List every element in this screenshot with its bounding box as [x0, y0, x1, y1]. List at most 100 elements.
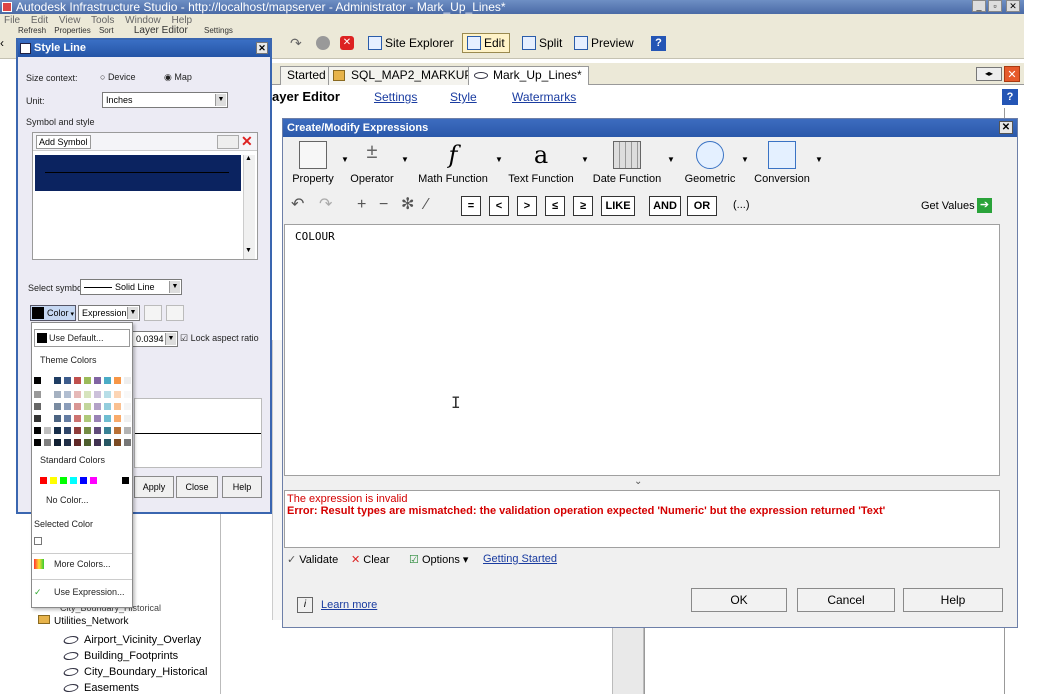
close-icon[interactable]: ✕ — [256, 42, 268, 54]
add-symbol-button[interactable]: Add Symbol — [36, 135, 91, 149]
unit-select[interactable]: Inches ▼ — [102, 92, 228, 108]
split-button[interactable]: Split — [518, 33, 566, 53]
theme-color-swatch[interactable] — [104, 415, 111, 422]
ribbon-text-function[interactable]: a Text Function ▼ — [505, 141, 589, 191]
theme-color-swatch[interactable] — [114, 403, 121, 410]
theme-color-swatch[interactable] — [44, 403, 51, 410]
theme-color-swatch[interactable] — [54, 415, 61, 422]
theme-color-swatch[interactable] — [64, 439, 71, 446]
lock-aspect-checkbox[interactable]: ☑ Lock aspect ratio — [180, 333, 259, 344]
standard-color-swatch[interactable] — [80, 477, 87, 484]
theme-color-swatch[interactable] — [94, 415, 101, 422]
validate-button[interactable]: ✓ Validate — [287, 553, 338, 566]
symbol-entry-selected[interactable] — [35, 155, 241, 191]
stop-icon[interactable] — [316, 36, 330, 50]
theme-color-swatch[interactable] — [104, 403, 111, 410]
expression-select[interactable]: Expression... ▼ — [78, 305, 140, 321]
theme-color-swatch[interactable] — [44, 415, 51, 422]
ribbon-operator[interactable]: ± Operator ▼ — [347, 141, 409, 191]
divide-icon[interactable]: ∕ — [425, 195, 428, 215]
close-tab-icon[interactable]: ✕ — [1004, 66, 1020, 82]
no-color-option[interactable]: No Color... — [46, 495, 89, 505]
theme-color-swatch[interactable] — [124, 403, 131, 410]
theme-color-swatch[interactable] — [54, 377, 61, 384]
close-icon[interactable]: ✕ — [999, 121, 1013, 134]
options-button[interactable]: ☑ Options ▾ — [409, 553, 468, 566]
tab-scroll-arrows[interactable]: ◂▸ — [976, 67, 1002, 81]
help-button[interactable]: Help — [222, 476, 262, 498]
expression-editor[interactable]: COLOUR I — [284, 224, 1000, 476]
help-icon[interactable]: ? — [651, 36, 666, 51]
less-equal-button[interactable]: ≤ — [545, 196, 565, 216]
theme-color-swatch[interactable] — [104, 439, 111, 446]
greater-equal-button[interactable]: ≥ — [573, 196, 593, 216]
help-button[interactable]: Help — [903, 588, 1003, 612]
standard-color-swatch[interactable] — [50, 477, 57, 484]
theme-color-swatch[interactable] — [74, 391, 81, 398]
cancel-icon[interactable]: ✕ — [340, 36, 354, 50]
theme-color-swatch[interactable] — [84, 415, 91, 422]
select-symbol-dropdown[interactable]: Solid Line ▼ — [80, 279, 182, 295]
theme-color-swatch[interactable] — [124, 415, 131, 422]
theme-color-swatch[interactable] — [84, 377, 91, 384]
equals-button[interactable]: = — [461, 196, 481, 216]
standard-color-swatch[interactable] — [60, 477, 67, 484]
ok-button[interactable]: OK — [691, 588, 787, 612]
close-window-button[interactable]: ✕ — [1006, 0, 1020, 12]
theme-color-swatch[interactable] — [54, 391, 61, 398]
theme-color-swatch[interactable] — [114, 427, 121, 434]
ribbon-math-function[interactable]: f Math Function ▼ — [417, 141, 503, 191]
and-button[interactable]: AND — [649, 196, 681, 216]
layer-editor-button[interactable]: Layer Editor — [134, 25, 188, 36]
theme-color-swatch[interactable] — [124, 377, 131, 384]
standard-color-swatch[interactable] — [40, 477, 47, 484]
theme-color-swatch[interactable] — [34, 415, 41, 422]
theme-color-swatch[interactable] — [84, 427, 91, 434]
theme-color-swatch[interactable] — [74, 415, 81, 422]
theme-color-swatch[interactable] — [114, 391, 121, 398]
ribbon-conversion[interactable]: Conversion ▼ — [753, 141, 823, 191]
theme-color-swatch[interactable] — [74, 427, 81, 434]
link-style[interactable]: Style — [450, 86, 477, 108]
use-expression-option[interactable]: Use Expression... — [54, 587, 125, 597]
settings-button[interactable]: Settings — [204, 26, 233, 35]
theme-color-swatch[interactable] — [104, 427, 111, 434]
link-settings[interactable]: Settings — [374, 86, 417, 108]
theme-color-swatch[interactable] — [54, 439, 61, 446]
edit-button[interactable]: Edit — [462, 33, 510, 53]
learn-more-link[interactable]: Learn more — [321, 599, 377, 611]
theme-color-swatch[interactable] — [74, 403, 81, 410]
tree-item[interactable]: Airport_Vicinity_Overlay — [61, 632, 201, 648]
tab-sql-map2-markup[interactable]: SQL_MAP2_MARKUP — [328, 66, 480, 85]
minimize-button[interactable]: _ — [972, 0, 986, 12]
like-button[interactable]: LIKE — [601, 196, 635, 216]
undo-icon[interactable]: ↶ — [291, 195, 304, 215]
theme-color-swatch[interactable] — [124, 391, 131, 398]
theme-color-swatch[interactable] — [74, 439, 81, 446]
theme-color-swatch[interactable] — [64, 415, 71, 422]
theme-color-swatch[interactable] — [94, 439, 101, 446]
theme-color-swatch[interactable] — [34, 377, 41, 384]
back-arrow-icon[interactable]: ‹ — [0, 36, 14, 50]
standard-color-swatch[interactable] — [90, 477, 97, 484]
theme-color-swatch[interactable] — [64, 391, 71, 398]
standard-color-swatch[interactable] — [122, 477, 129, 484]
close-button[interactable]: Close — [176, 476, 218, 498]
theme-color-swatch[interactable] — [114, 415, 121, 422]
theme-color-swatch[interactable] — [34, 427, 41, 434]
properties-button[interactable]: Properties — [54, 26, 90, 35]
chevron-down-icon[interactable]: ▼ — [667, 155, 675, 164]
line-style-dropdown[interactable] — [144, 305, 162, 321]
symbol-list-scrollbar[interactable]: ▲ ▼ — [243, 155, 255, 259]
chevron-down-icon[interactable]: ▼ — [401, 155, 409, 164]
theme-color-swatch[interactable] — [34, 439, 41, 446]
minus-icon[interactable]: − — [379, 195, 388, 215]
theme-color-swatch[interactable] — [114, 439, 121, 446]
theme-color-swatch[interactable] — [124, 427, 131, 434]
theme-color-swatch[interactable] — [84, 439, 91, 446]
theme-color-swatch[interactable] — [124, 439, 131, 446]
theme-color-swatch[interactable] — [64, 403, 71, 410]
theme-color-swatch[interactable] — [64, 427, 71, 434]
theme-color-swatch[interactable] — [94, 427, 101, 434]
apply-button[interactable]: Apply — [134, 476, 174, 498]
